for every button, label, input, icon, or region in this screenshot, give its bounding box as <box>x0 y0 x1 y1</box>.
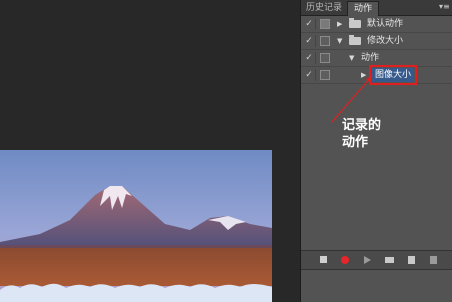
action-step-image-size[interactable]: ✓ ▶ 图像大小 <box>301 65 452 85</box>
tab-actions[interactable]: 动作 <box>347 1 379 16</box>
new-set-button[interactable] <box>383 254 395 266</box>
dialog-toggle-icon[interactable] <box>320 36 330 46</box>
folder-icon <box>384 256 394 263</box>
checkmark-icon[interactable]: ✓ <box>303 69 316 81</box>
panel-menu-icon[interactable]: ▾≡ <box>439 2 450 12</box>
expand-triangle-icon[interactable]: ▶ <box>337 16 342 32</box>
canvas-workspace <box>0 0 300 302</box>
action-set-default[interactable]: ✓ ▶ 默认动作 <box>301 16 452 33</box>
stop-icon <box>319 256 327 263</box>
collapse-triangle-icon[interactable]: ▼ <box>337 33 342 49</box>
expand-triangle-icon[interactable]: ▶ <box>361 67 366 83</box>
record-button[interactable] <box>339 254 351 266</box>
dialog-toggle-icon[interactable] <box>320 19 330 29</box>
new-item-icon <box>407 255 415 264</box>
action-step-label: 图像大小 <box>368 65 418 85</box>
record-icon <box>341 255 349 264</box>
delete-button[interactable] <box>427 254 439 266</box>
action-set-resize[interactable]: ✓ ▼ 修改大小 <box>301 33 452 50</box>
panel-tabbar: 历史记录 动作 ▾≡ <box>301 0 452 16</box>
action-item[interactable]: ✓ ▼ 动作 <box>301 50 452 67</box>
play-icon <box>363 255 371 264</box>
tab-history[interactable]: 历史记录 <box>305 1 343 15</box>
actions-panel: 历史记录 动作 ▾≡ ✓ ▶ 默认动作 ✓ ▼ 修改大小 ✓ ▼ 动作 ✓ ▶ <box>300 0 452 302</box>
checkmark-icon[interactable]: ✓ <box>303 18 316 30</box>
volcano-photo <box>0 150 272 302</box>
play-button[interactable] <box>361 254 373 266</box>
dialog-toggle-icon[interactable] <box>320 70 330 80</box>
trash-icon <box>429 255 437 264</box>
checkmark-icon[interactable]: ✓ <box>303 35 316 47</box>
collapse-triangle-icon[interactable]: ▼ <box>349 50 354 66</box>
checkmark-icon[interactable]: ✓ <box>303 52 316 64</box>
stop-button[interactable] <box>317 254 329 266</box>
action-set-label: 默认动作 <box>367 19 404 29</box>
action-set-label: 修改大小 <box>367 36 404 46</box>
folder-icon <box>349 35 361 45</box>
annotation-line1: 记录的 <box>342 118 382 133</box>
actions-footer <box>301 250 452 270</box>
annotation-callout: 记录的 动作 <box>342 117 412 151</box>
new-action-button[interactable] <box>405 254 417 266</box>
actions-list: ✓ ▶ 默认动作 ✓ ▼ 修改大小 ✓ ▼ 动作 ✓ ▶ 图像大小 <box>301 16 452 85</box>
action-label: 动作 <box>361 53 380 63</box>
folder-icon <box>349 18 361 28</box>
annotation-line2: 动作 <box>342 135 369 150</box>
dialog-toggle-icon[interactable] <box>320 53 330 63</box>
document-image[interactable] <box>0 150 272 302</box>
